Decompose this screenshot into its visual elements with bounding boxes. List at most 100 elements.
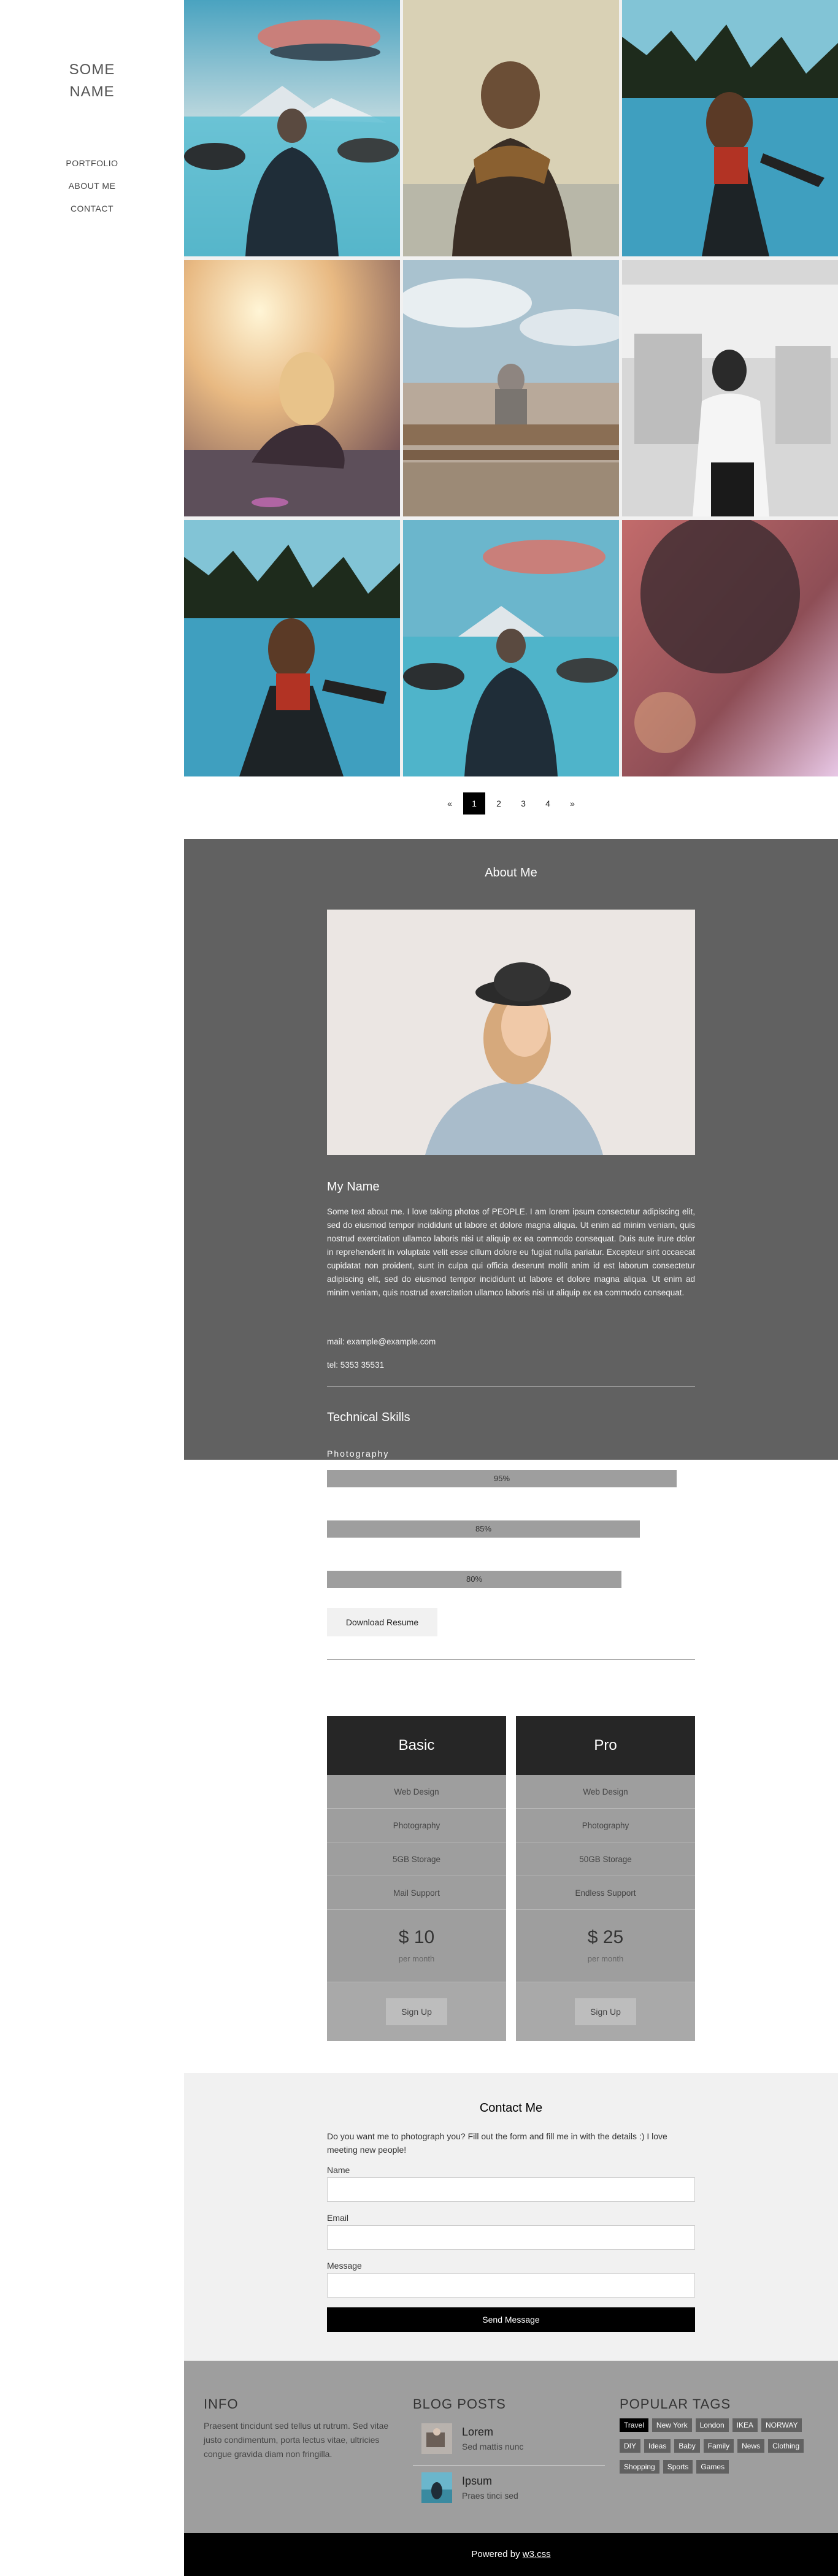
blog-post-item[interactable]: Lorem Sed mattis nunc [413, 2417, 605, 2461]
plan-price: $ 25 [587, 1927, 624, 1947]
pagination-page-2[interactable]: 2 [488, 792, 510, 815]
pricing-title: How much I charge [327, 1682, 433, 1696]
download-resume-button[interactable]: Download Resume [327, 1608, 437, 1636]
sidebar-nav: PORTFOLIO ABOUT ME CONTACT [0, 152, 184, 220]
skill-label-photography: Photography [327, 1449, 390, 1459]
gallery-photo-woman-sunset[interactable] [184, 260, 400, 516]
skill-bar-web-design: 85% [327, 1520, 695, 1538]
footer-blog-title: BLOG POSTS [413, 2396, 506, 2412]
blog-post-thumbnail [421, 2423, 452, 2454]
gallery-photo-man-scarf[interactable] [403, 0, 619, 256]
main-content: « 1 2 3 4 » About Me My Name Some text a… [184, 0, 838, 2576]
w3css-link[interactable]: w3.css [523, 2549, 551, 2559]
pagination-prev[interactable]: « [439, 792, 461, 815]
tag-london[interactable]: London [695, 2418, 729, 2432]
gallery-photo-man-lake[interactable] [184, 0, 400, 256]
about-tel: tel: 5353 35531 [327, 1360, 385, 1370]
tag-diy[interactable]: DIY [620, 2439, 641, 2453]
plan-feature: Endless Support [516, 1876, 695, 1910]
skill-bar-photography: 95% [327, 1470, 695, 1487]
plan-footer: Sign Up [327, 1982, 506, 2041]
photo-gallery: « 1 2 3 4 » [184, 0, 838, 815]
plan-name: Pro [516, 1716, 695, 1775]
tag-ikea[interactable]: IKEA [732, 2418, 758, 2432]
pagination-page-3[interactable]: 3 [512, 792, 534, 815]
sign-up-button-pro[interactable]: Sign Up [575, 1998, 636, 2025]
blog-post-subtitle: Praes tinci sed [462, 2491, 518, 2501]
plan-price-block: $ 10 per month [327, 1910, 506, 1982]
pagination-next[interactable]: » [561, 792, 583, 815]
brand-line-2: NAME [69, 83, 115, 100]
blog-post-item[interactable]: Ipsum Praes tinci sed [413, 2466, 605, 2510]
divider [327, 1659, 695, 1660]
about-section: About Me My Name Some text about me. I l… [184, 839, 838, 2041]
pricing-card-basic: Basic Web Design Photography 5GB Storage… [327, 1716, 506, 2041]
plan-price: $ 10 [398, 1927, 435, 1947]
tag-new-york[interactable]: New York [652, 2418, 692, 2432]
skill-fill-web-design: 85% [327, 1520, 640, 1538]
nav-contact[interactable]: CONTACT [0, 197, 184, 220]
tag-news[interactable]: News [737, 2439, 765, 2453]
tag-travel[interactable]: Travel [620, 2418, 648, 2432]
about-my-name: My Name [327, 1180, 380, 1194]
plan-feature: Photography [516, 1809, 695, 1842]
about-portrait-photo [327, 910, 695, 1155]
pagination-page-4[interactable]: 4 [537, 792, 559, 815]
gallery-photo-woman-canoe[interactable] [622, 0, 838, 256]
skill-bar-photoshop: 80% [327, 1571, 695, 1588]
sidebar: SOME NAME PORTFOLIO ABOUT ME CONTACT [0, 0, 184, 2576]
gallery-photo-woman-train[interactable] [622, 260, 838, 516]
tag-family[interactable]: Family [703, 2439, 734, 2453]
tag-norway[interactable]: NORWAY [761, 2418, 802, 2432]
nav-portfolio[interactable]: PORTFOLIO [0, 152, 184, 175]
plan-name: Basic [327, 1716, 506, 1775]
skill-label-photoshop: Photoshop [327, 1549, 379, 1559]
email-label: Email [327, 2213, 349, 2223]
tag-sports[interactable]: Sports [663, 2460, 693, 2474]
skill-label-web-design: Web Design [327, 1499, 386, 1509]
contact-title: Contact Me [479, 2101, 543, 2115]
skills-title: Technical Skills [327, 1411, 410, 1424]
gallery-photo-person-bench[interactable] [403, 260, 619, 516]
footer-info-text: Praesent tincidunt sed tellus ut rutrum.… [204, 2421, 389, 2459]
pagination: « 1 2 3 4 » [184, 792, 838, 815]
footer: INFO Praesent tincidunt sed tellus ut ru… [184, 2361, 838, 2533]
tag-games[interactable]: Games [696, 2460, 729, 2474]
plan-feature: 5GB Storage [327, 1842, 506, 1876]
gallery-photo-woman-canoe-2[interactable] [184, 520, 400, 776]
powered-by-text: Powered by [471, 2549, 523, 2559]
plan-period: per month [587, 1954, 624, 1963]
skill-fill-photoshop: 80% [327, 1571, 621, 1588]
blog-post-title: Lorem [462, 2426, 494, 2438]
divider [413, 2465, 605, 2466]
send-message-button[interactable]: Send Message [327, 2307, 695, 2332]
blog-post-thumbnail [421, 2472, 452, 2503]
gallery-photo-man-lake-2[interactable] [403, 520, 619, 776]
message-label: Message [327, 2261, 362, 2271]
footer-info-title: INFO [204, 2396, 239, 2412]
name-input[interactable] [327, 2177, 695, 2202]
tag-baby[interactable]: Baby [674, 2439, 700, 2453]
plan-feature: Mail Support [327, 1876, 506, 1910]
message-input[interactable] [327, 2273, 695, 2298]
blog-post-subtitle: Sed mattis nunc [462, 2442, 524, 2451]
gallery-photo-woman-profile[interactable] [622, 520, 838, 776]
plan-period: per month [398, 1954, 435, 1963]
email-input[interactable] [327, 2225, 695, 2250]
footer-tags-title: POPULAR TAGS [620, 2396, 731, 2412]
nav-about-me[interactable]: ABOUT ME [0, 175, 184, 197]
plan-feature: 50GB Storage [516, 1842, 695, 1876]
pagination-page-1[interactable]: 1 [463, 792, 485, 815]
tag-ideas[interactable]: Ideas [644, 2439, 671, 2453]
tag-clothing[interactable]: Clothing [768, 2439, 804, 2453]
brand-line-1: SOME [69, 61, 115, 78]
plan-price-block: $ 25 per month [516, 1910, 695, 1982]
about-mail: mail: example@example.com [327, 1337, 436, 1346]
about-bio: Some text about me. I love taking photos… [327, 1207, 695, 1297]
tag-shopping[interactable]: Shopping [620, 2460, 659, 2474]
sign-up-button-basic[interactable]: Sign Up [386, 1998, 447, 2025]
about-title: About Me [485, 866, 537, 880]
contact-intro: Do you want me to photograph you? Fill o… [327, 2131, 667, 2155]
pricing-card-pro: Pro Web Design Photography 50GB Storage … [516, 1716, 695, 2041]
plan-feature: Photography [327, 1809, 506, 1842]
